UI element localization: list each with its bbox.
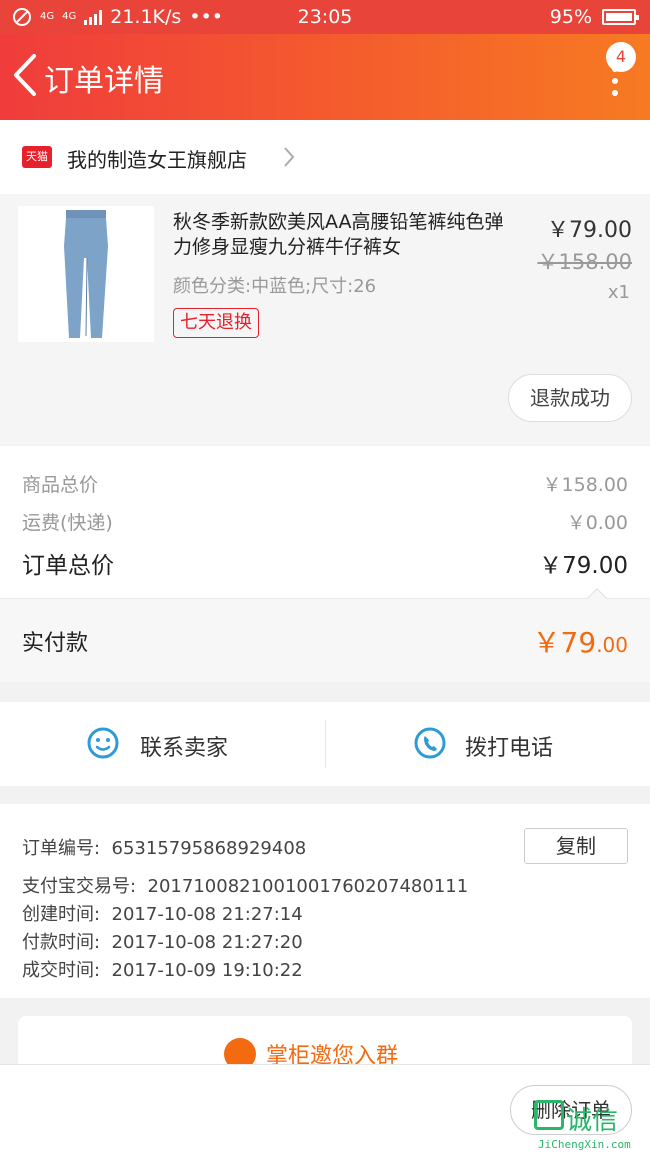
watermark-sub: JiChengXin.com [538,1138,631,1151]
created-line: 创建时间: 2017-10-08 21:27:14 [22,900,303,926]
battery-percent: 95% [549,6,592,28]
paid-time-value: 2017-10-08 21:27:20 [111,932,303,953]
price-summary: 商品总价 ￥158.00 运费(快递) ￥0.00 订单总价 ￥79.00 [0,446,650,598]
copy-button[interactable]: 复制 [524,828,628,864]
alipay-value: 2017100821001001760207480111 [147,876,469,897]
chat-icon [87,727,119,759]
tmall-icon: 天猫 [22,146,52,168]
goods-total-value: ￥158.00 [542,474,628,496]
store-row[interactable]: 天猫 我的制造女王旗舰店 [0,120,650,194]
paid-time-label: 付款时间: [22,932,101,953]
jeans-image [64,210,108,338]
product-title[interactable]: 秋冬季新款欧美风AA高腰铅笔裤纯色弹力修身显瘦九分裤牛仔裤女 [173,210,513,260]
order-number-value: 65315795868929408 [111,838,307,859]
status-right: 95% [549,6,639,28]
product-price: ￥79.00 [547,218,632,243]
status-bar: 4G 4G 21.1K/s ••• 23:05 95% [0,0,650,34]
nav-bar: 订单详情 4 [0,34,650,120]
battery-icon [602,9,639,25]
paid-value: ￥79.00 [533,621,628,661]
contact-row: 联系卖家 拨打电话 [0,702,650,786]
alipay-label: 支付宝交易号: [22,876,137,897]
product-quantity: x1 [607,282,630,303]
deal-time-label: 成交时间: [22,960,101,981]
contact-seller-label: 联系卖家 [140,736,229,761]
order-info: 订单编号: 65315795868929408 复制 支付宝交易号: 20171… [0,804,650,998]
order-number-line: 订单编号: 65315795868929408 [22,834,306,860]
created-label: 创建时间: [22,904,101,925]
shipping-label: 运费(快递) [22,512,113,534]
phone-icon [414,727,446,759]
notification-badge[interactable]: 4 [606,42,636,72]
product-image[interactable] [18,206,154,342]
order-number-label: 订单编号: [22,838,101,859]
call-phone-button[interactable]: 拨打电话 [325,702,650,786]
paid-row: 实付款 ￥79.00 [0,588,650,682]
page-title: 订单详情 [44,64,164,99]
refund-status-button[interactable]: 退款成功 [508,374,632,422]
order-total-value: ￥79.00 [539,553,628,579]
paid-value-cents: .00 [596,633,628,657]
created-value: 2017-10-08 21:27:14 [111,904,303,925]
product-original-price: ￥158.00 [537,250,632,274]
paid-time-line: 付款时间: 2017-10-08 21:27:20 [22,928,303,954]
paid-label: 实付款 [22,631,89,656]
goods-total-label: 商品总价 [22,474,99,496]
deal-time-value: 2017-10-09 19:10:22 [111,960,303,981]
watermark: 诚信 JiChengXin.com [534,1100,648,1155]
order-total-label: 订单总价 [22,553,114,579]
back-chevron-icon[interactable] [10,52,40,98]
call-phone-label: 拨打电话 [465,736,554,761]
alipay-line: 支付宝交易号: 2017100821001001760207480111 [22,872,468,898]
seven-day-return-tag: 七天退换 [173,308,259,338]
paid-value-main: ￥79 [532,626,597,659]
watermark-logo [534,1100,564,1130]
product-card[interactable]: 秋冬季新款欧美风AA高腰铅笔裤纯色弹力修身显瘦九分裤牛仔裤女 ￥79.00 ￥1… [0,194,650,444]
deal-time-line: 成交时间: 2017-10-09 19:10:22 [22,956,303,982]
chevron-right-icon [284,147,295,167]
product-sku: 颜色分类:中蓝色;尺寸:26 [173,276,377,297]
watermark-text: 诚信 [566,1106,619,1136]
store-name[interactable]: 我的制造女王旗舰店 [67,144,247,173]
contact-seller-button[interactable]: 联系卖家 [0,702,325,786]
shipping-value: ￥0.00 [566,512,628,534]
